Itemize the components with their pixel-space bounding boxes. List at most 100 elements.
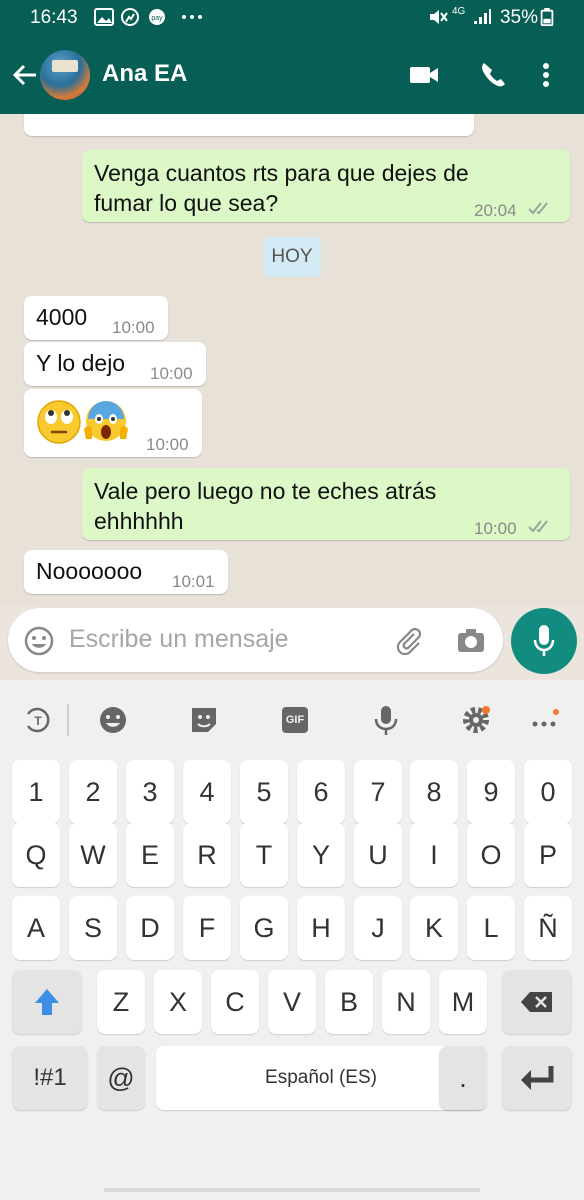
message-input[interactable]: Escribe un mensaje xyxy=(69,625,289,654)
translate-icon[interactable]: T xyxy=(22,704,54,736)
svg-text:pay: pay xyxy=(151,15,163,22)
key-n[interactable]: N xyxy=(382,970,430,1034)
gallery-icon xyxy=(94,8,114,26)
camera-icon[interactable] xyxy=(456,626,486,656)
message-incoming[interactable]: Y lo dejo 10:00 xyxy=(24,342,206,386)
status-bar: 16:43 pay 4G 35% xyxy=(0,0,584,36)
key-0[interactable]: 0 xyxy=(524,760,572,824)
key-o[interactable]: O xyxy=(467,823,515,887)
key-z[interactable]: Z xyxy=(97,970,145,1034)
key-k[interactable]: K xyxy=(410,896,458,960)
key-u[interactable]: U xyxy=(354,823,402,887)
key-p[interactable]: P xyxy=(524,823,572,887)
key-7[interactable]: 7 xyxy=(354,760,402,824)
message-text: Nooooooo xyxy=(36,558,143,584)
symbols-key[interactable]: !#1 xyxy=(12,1046,88,1110)
settings-gear-icon[interactable] xyxy=(460,704,492,736)
keyboard: T GIF 1 2 3 4 5 6 7 8 9 0 Q W E R T Y U … xyxy=(0,680,584,1200)
more-options-icon[interactable] xyxy=(538,60,554,90)
date-divider: HOY xyxy=(263,237,321,277)
key-q[interactable]: Q xyxy=(12,823,60,887)
emoji-keyboard-icon[interactable] xyxy=(97,704,129,736)
key-t[interactable]: T xyxy=(240,823,288,887)
contact-avatar[interactable] xyxy=(40,50,90,100)
mute-icon xyxy=(430,10,448,24)
message-time: 10:00 xyxy=(474,519,517,538)
key-x[interactable]: X xyxy=(154,970,202,1034)
message-text-line1: Venga cuantos rts para que dejes de xyxy=(94,160,469,186)
screaming-emoji-icon xyxy=(84,401,128,441)
key-9[interactable]: 9 xyxy=(467,760,515,824)
shift-key[interactable] xyxy=(12,970,82,1034)
pay-icon: pay xyxy=(149,9,165,25)
backspace-key[interactable] xyxy=(502,970,572,1034)
enter-arrow-icon xyxy=(521,1066,554,1090)
toolbar-divider xyxy=(67,704,69,736)
signal-icon xyxy=(474,9,491,24)
space-bar[interactable]: Español (ES) xyxy=(156,1046,486,1110)
key-2[interactable]: 2 xyxy=(69,760,117,824)
chat-area: 0:03 20:02 Venga cuantos rts para que de… xyxy=(0,114,584,606)
keyboard-toolbar: T GIF xyxy=(0,680,584,756)
key-enye[interactable]: Ñ xyxy=(524,896,572,960)
key-h[interactable]: H xyxy=(297,896,345,960)
more-notifications-icon xyxy=(182,15,202,19)
key-c[interactable]: C xyxy=(211,970,259,1034)
message-incoming[interactable]: 4000 10:00 xyxy=(24,296,168,340)
key-a[interactable]: A xyxy=(12,896,60,960)
more-tools-icon[interactable] xyxy=(530,704,562,736)
key-g[interactable]: G xyxy=(240,896,288,960)
key-6[interactable]: 6 xyxy=(297,760,345,824)
message-outgoing[interactable]: Venga cuantos rts para que dejes de fuma… xyxy=(82,150,570,222)
backspace-icon xyxy=(521,992,552,1012)
voice-call-icon[interactable] xyxy=(478,60,510,90)
enter-key[interactable] xyxy=(502,1046,572,1110)
eye-roll-emoji-icon xyxy=(37,400,81,444)
period-key[interactable]: . xyxy=(439,1046,487,1110)
key-8[interactable]: 8 xyxy=(410,760,458,824)
message-incoming[interactable]: Nooooooo 10:01 xyxy=(24,550,228,594)
message-incoming-emoji[interactable]: 10:00 xyxy=(24,389,202,457)
message-text: Y lo dejo xyxy=(36,350,126,376)
activity-icon xyxy=(121,8,139,26)
video-call-icon[interactable] xyxy=(408,60,440,90)
key-r[interactable]: R xyxy=(183,823,231,887)
contact-name[interactable]: Ana EA xyxy=(102,60,187,88)
voice-message-partial[interactable]: 0:03 20:02 xyxy=(24,114,474,136)
shift-arrow-icon xyxy=(35,989,59,1015)
key-e[interactable]: E xyxy=(126,823,174,887)
message-time: 10:00 xyxy=(112,318,155,337)
key-i[interactable]: I xyxy=(410,823,458,887)
key-d[interactable]: D xyxy=(126,896,174,960)
key-y[interactable]: Y xyxy=(297,823,345,887)
key-4[interactable]: 4 xyxy=(183,760,231,824)
svg-text:T: T xyxy=(34,714,42,728)
gif-icon[interactable]: GIF xyxy=(282,707,308,733)
message-input-bar[interactable]: Escribe un mensaje xyxy=(8,608,503,672)
key-w[interactable]: W xyxy=(69,823,117,887)
chat-header: Ana EA xyxy=(0,36,584,114)
attach-icon[interactable] xyxy=(394,626,424,656)
key-b[interactable]: B xyxy=(325,970,373,1034)
navigation-handle xyxy=(104,1188,480,1192)
key-5[interactable]: 5 xyxy=(240,760,288,824)
sticker-icon[interactable] xyxy=(188,704,220,736)
at-key[interactable]: @ xyxy=(97,1046,145,1110)
emoji-icon[interactable] xyxy=(24,626,54,656)
message-outgoing[interactable]: Vale pero luego no te eches atrás ehhhhh… xyxy=(82,468,570,540)
key-f[interactable]: F xyxy=(183,896,231,960)
key-m[interactable]: M xyxy=(439,970,487,1034)
message-text-line1: Vale pero luego no te eches atrás xyxy=(94,478,437,504)
key-v[interactable]: V xyxy=(268,970,316,1034)
key-j[interactable]: J xyxy=(354,896,402,960)
message-time: 20:02 xyxy=(326,114,369,124)
read-ticks-icon xyxy=(528,520,548,533)
key-3[interactable]: 3 xyxy=(126,760,174,824)
key-s[interactable]: S xyxy=(69,896,117,960)
voice-record-button[interactable] xyxy=(511,608,577,674)
key-1[interactable]: 1 xyxy=(12,760,60,824)
voice-input-icon[interactable] xyxy=(370,704,402,736)
back-arrow-icon[interactable] xyxy=(10,60,40,90)
key-l[interactable]: L xyxy=(467,896,515,960)
message-text-line2: ehhhhhh xyxy=(94,508,184,534)
